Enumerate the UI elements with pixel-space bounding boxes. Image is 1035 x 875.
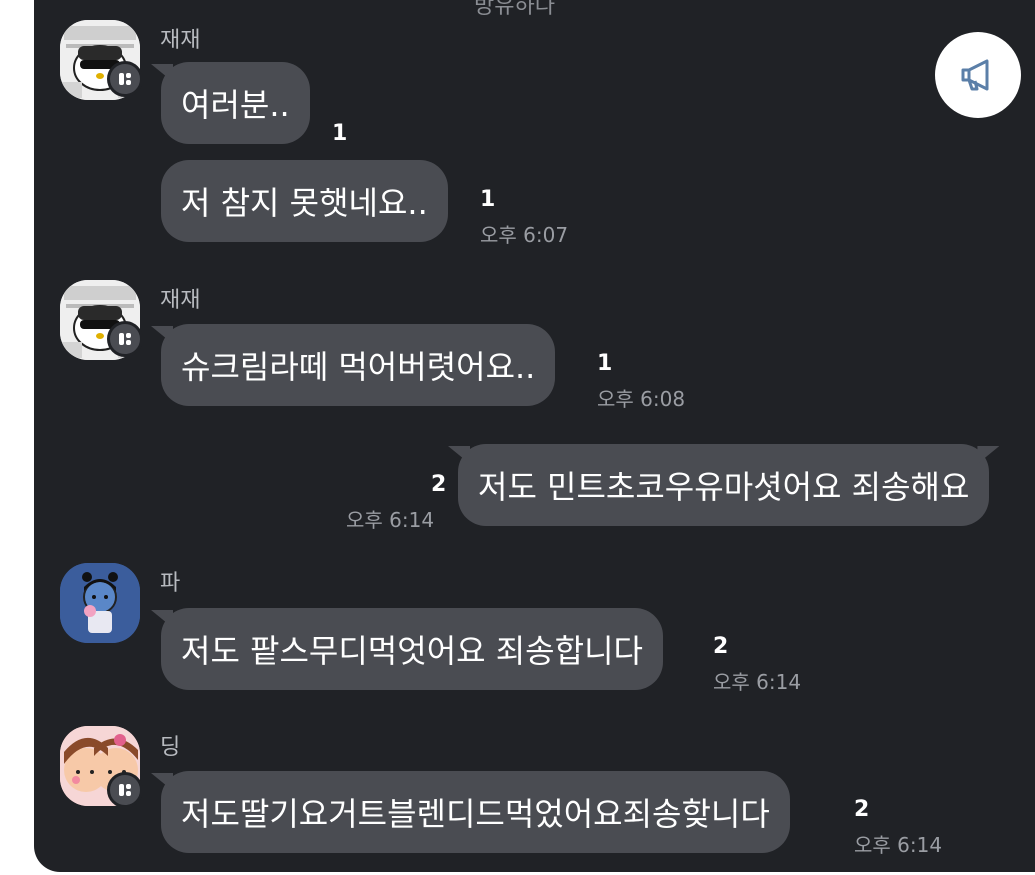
message-time: 오후 6:14 — [713, 670, 802, 694]
message-bubble[interactable]: 슈크림라떼 먹어버렷어요.. — [161, 324, 556, 406]
message-time: 오후 6:07 — [480, 223, 569, 247]
message-time: 오후 6:14 — [346, 508, 435, 532]
message-bubble[interactable]: 저도딸기요거트블렌디드먹었어요죄송핮니다 — [161, 771, 790, 853]
group-icon — [119, 784, 131, 796]
sender-name: 재재 — [160, 28, 201, 53]
unread-count: 2 — [713, 634, 729, 659]
notice-button[interactable] — [935, 32, 1021, 118]
sender-name: 재재 — [160, 288, 201, 313]
message-bubble[interactable]: 저도 민트초코우유마셧어요 죄송해요 — [458, 444, 990, 526]
unread-count: 1 — [597, 351, 613, 376]
profile-badge — [107, 772, 143, 808]
avatar[interactable] — [60, 563, 140, 643]
profile-badge — [107, 61, 143, 97]
message-bubble[interactable]: 여러분.. — [161, 62, 310, 144]
message-bubble[interactable]: 저도 팥스무디먹엇어요 죄송합니다 — [161, 608, 663, 690]
message-time: 오후 6:08 — [597, 387, 686, 411]
unread-count: 1 — [480, 187, 496, 212]
unread-count: 2 — [854, 797, 870, 822]
sender-name: 딩 — [160, 735, 181, 760]
unread-count: 2 — [431, 472, 447, 497]
profile-badge — [107, 321, 143, 357]
chat-screen: 방유하다 재재 여러분.. 1 저 참지 못햇네요.. 1 오후 6:07 재재… — [34, 0, 1035, 872]
previous-message-fragment: 방유하다 — [474, 0, 555, 19]
group-icon — [119, 73, 131, 85]
message-bubble[interactable]: 저 참지 못햇네요.. — [161, 160, 448, 242]
sender-name: 파 — [160, 571, 181, 596]
megaphone-icon — [961, 59, 989, 91]
unread-count: 1 — [332, 121, 348, 146]
message-time: 오후 6:14 — [854, 833, 943, 857]
group-icon — [119, 333, 131, 345]
avatar-image — [60, 563, 140, 643]
